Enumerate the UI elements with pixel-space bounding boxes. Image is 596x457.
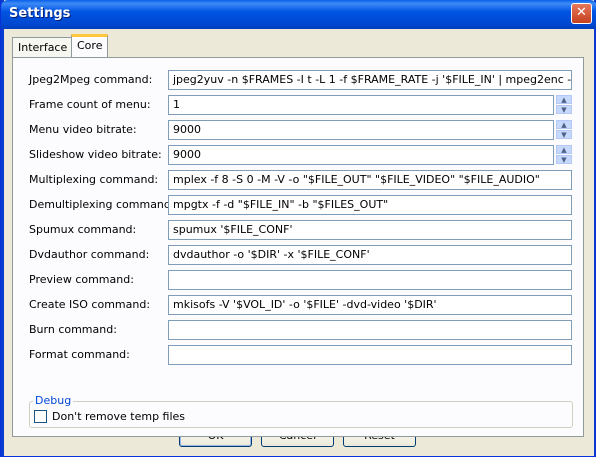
preview-label: Preview command:: [29, 273, 134, 286]
format-input[interactable]: [168, 345, 572, 365]
burn-label: Burn command:: [29, 323, 117, 336]
spin-up-icon[interactable]: ▲: [556, 95, 572, 104]
spumux-input[interactable]: spumux '$FILE_CONF': [168, 220, 572, 240]
dvdauthor-input[interactable]: dvdauthor -o '$DIR' -x '$FILE_CONF': [168, 245, 572, 265]
preview-input[interactable]: [168, 270, 572, 290]
jpeg2mpeg-label: Jpeg2Mpeg command:: [29, 73, 153, 86]
slideshow-bitrate-input[interactable]: 9000: [168, 145, 554, 165]
format-label: Format command:: [29, 348, 130, 361]
slideshow-bitrate-spinner[interactable]: ▲ ▼: [556, 145, 572, 165]
jpeg2mpeg-input[interactable]: jpeg2yuv -n $FRAMES -I t -L 1 -f $FRAME_…: [168, 70, 572, 90]
create-iso-label: Create ISO command:: [29, 298, 151, 311]
spin-down-icon[interactable]: ▼: [556, 130, 572, 139]
tab-interface[interactable]: Interface: [12, 37, 74, 57]
multiplexing-input[interactable]: mplex -f 8 -S 0 -M -V -o "$FILE_OUT" "$F…: [168, 170, 572, 190]
menu-bitrate-spinner[interactable]: ▲ ▼: [556, 120, 572, 140]
window-title: Settings: [9, 6, 71, 21]
tab-core[interactable]: Core: [71, 34, 109, 57]
spin-up-icon[interactable]: ▲: [556, 145, 572, 154]
menu-bitrate-input[interactable]: 9000: [168, 120, 554, 140]
spumux-label: Spumux command:: [29, 223, 137, 236]
create-iso-input[interactable]: mkisofs -V '$VOL_ID' -o '$FILE' -dvd-vid…: [168, 295, 572, 315]
demultiplexing-label: Demultiplexing command:: [29, 198, 175, 211]
spin-down-icon[interactable]: ▼: [556, 105, 572, 114]
slideshow-bitrate-label: Slideshow video bitrate:: [29, 148, 162, 161]
dialog-client: Interface Core Jpeg2Mpeg command: jpeg2y…: [4, 29, 594, 454]
settings-window: Settings ✕ Interface Core Jpeg2Mpeg comm…: [0, 0, 596, 457]
spin-up-icon[interactable]: ▲: [556, 120, 572, 129]
frame-count-spinner[interactable]: ▲ ▼: [556, 95, 572, 115]
demultiplexing-input[interactable]: mpgtx -f -d "$FILE_IN" -b "$FILES_OUT": [168, 195, 572, 215]
burn-input[interactable]: [168, 320, 572, 340]
title-bar[interactable]: Settings ✕: [1, 0, 596, 29]
close-button[interactable]: ✕: [571, 3, 592, 24]
keep-temp-files-label[interactable]: Don't remove temp files: [52, 410, 185, 423]
frame-count-label: Frame count of menu:: [29, 98, 151, 111]
frame-count-input[interactable]: 1: [168, 95, 554, 115]
menu-bitrate-label: Menu video bitrate:: [29, 123, 137, 136]
close-icon: ✕: [576, 5, 587, 20]
multiplexing-label: Multiplexing command:: [29, 173, 159, 186]
spin-down-icon[interactable]: ▼: [556, 155, 572, 164]
debug-group-title: Debug: [33, 394, 74, 407]
dvdauthor-label: Dvdauthor command:: [29, 248, 150, 261]
keep-temp-files-checkbox[interactable]: [34, 410, 47, 423]
core-panel: Jpeg2Mpeg command: jpeg2yuv -n $FRAMES -…: [12, 57, 584, 437]
